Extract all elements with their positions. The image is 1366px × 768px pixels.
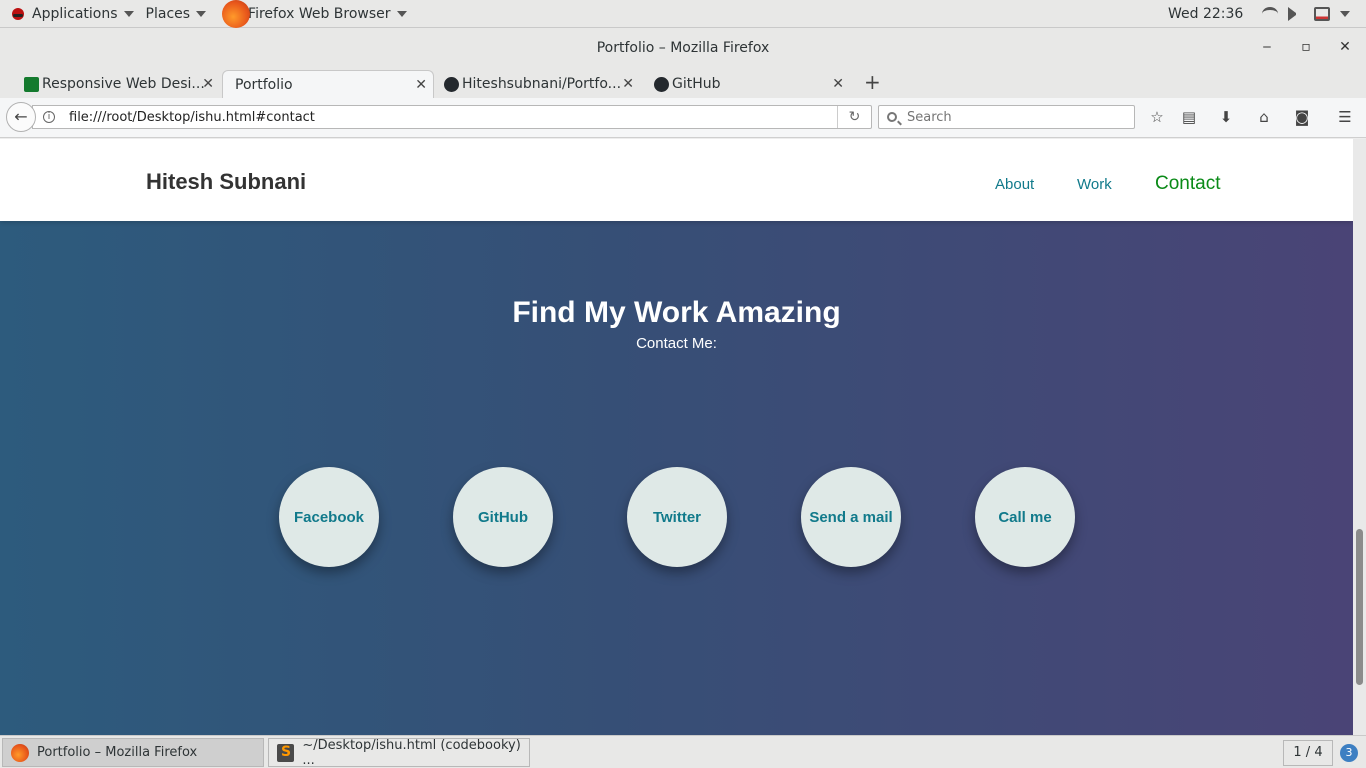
tab-label: GitHub [672, 76, 721, 92]
places-menu[interactable]: Places [140, 0, 213, 28]
taskbar-item-label: ~/Desktop/ishu.html (codebooky) ... [302, 737, 521, 768]
battery-icon [1314, 7, 1330, 21]
home-icon[interactable]: ⌂ [1253, 106, 1275, 128]
facebook-button[interactable]: Facebook [279, 467, 379, 567]
redhat-icon [12, 7, 24, 20]
chevron-down-icon [1340, 11, 1350, 17]
search-bar[interactable] [878, 105, 1135, 129]
twitter-button[interactable]: Twitter [627, 467, 727, 567]
pocket-icon[interactable]: ◙ [1291, 106, 1313, 128]
reload-icon[interactable]: ↻ [837, 106, 871, 128]
taskbar-item-firefox[interactable]: Portfolio – Mozilla Firefox [2, 738, 264, 767]
close-tab-icon[interactable]: ✕ [622, 76, 634, 92]
system-tray[interactable] [1262, 0, 1350, 28]
window-list-taskbar: Portfolio – Mozilla Firefox ~/Desktop/is… [0, 735, 1366, 768]
tab-github[interactable]: GitHub ✕ [650, 70, 850, 98]
sublime-text-icon [277, 743, 295, 762]
new-tab-button[interactable]: + [864, 70, 881, 94]
applications-menu-label: Applications [32, 5, 118, 22]
site-brand[interactable]: Hitesh Subnani [146, 169, 306, 195]
gnome-top-bar: Applications Places Firefox Web Browser … [0, 0, 1366, 28]
maximize-button[interactable]: ▫ [1296, 28, 1316, 68]
menu-icon[interactable]: ☰ [1334, 106, 1356, 128]
scrollbar-thumb[interactable] [1356, 529, 1363, 685]
github-icon [654, 77, 669, 92]
wifi-icon [1262, 7, 1278, 21]
close-tab-icon[interactable]: ✕ [832, 76, 844, 92]
places-menu-label: Places [145, 5, 191, 22]
nav-contact-link[interactable]: Contact [1155, 173, 1220, 195]
page-scrollbar[interactable] [1353, 139, 1366, 735]
tab-responsive-web-design[interactable]: Responsive Web Desi... ✕ [20, 70, 220, 98]
url-text[interactable]: file:///root/Desktop/ishu.html#contact [69, 110, 315, 125]
search-input[interactable] [907, 109, 1107, 125]
reading-list-icon[interactable]: ▤ [1178, 106, 1200, 128]
window-titlebar: Portfolio – Mozilla Firefox ‒ ▫ ✕ [0, 28, 1366, 68]
minimize-button[interactable]: ‒ [1257, 28, 1277, 68]
call-me-button[interactable]: Call me [975, 467, 1075, 567]
tab-github-repo[interactable]: Hiteshsubnani/Portfo... ✕ [440, 70, 640, 98]
notification-count-badge[interactable]: 3 [1340, 744, 1358, 762]
firefox-icon [11, 743, 29, 762]
app-menu-label: Firefox Web Browser [248, 5, 391, 22]
site-header: Hitesh Subnani About Work Contact [0, 139, 1353, 221]
back-button[interactable]: ← [6, 102, 36, 132]
nav-about-link[interactable]: About [995, 176, 1034, 193]
chevron-down-icon [196, 10, 207, 17]
close-window-button[interactable]: ✕ [1335, 28, 1355, 68]
search-icon [887, 112, 897, 122]
close-tab-icon[interactable]: ✕ [202, 76, 214, 92]
send-mail-button[interactable]: Send a mail [801, 467, 901, 567]
download-icon[interactable]: ⬇ [1215, 106, 1237, 128]
site-info-icon[interactable]: i [43, 111, 55, 123]
section-heading: Find My Work Amazing [512, 296, 841, 329]
tab-label: Portfolio [235, 76, 293, 93]
tab-portfolio[interactable]: Portfolio ✕ [222, 70, 434, 98]
star-icon[interactable]: ☆ [1146, 106, 1168, 128]
window-title: Portfolio – Mozilla Firefox [596, 40, 770, 56]
chevron-down-icon [123, 10, 134, 17]
contact-section: Find My Work Amazing Contact Me: Faceboo… [0, 221, 1353, 735]
volume-icon [1288, 7, 1304, 21]
github-button[interactable]: GitHub [453, 467, 553, 567]
github-icon [444, 77, 459, 92]
page-viewport: Hitesh Subnani About Work Contact Find M… [0, 139, 1353, 735]
clock[interactable]: Wed 22:36 [1168, 0, 1243, 28]
applications-menu[interactable]: Applications [0, 0, 140, 28]
tab-strip: Responsive Web Desi... ✕ Portfolio ✕ Hit… [0, 68, 1366, 98]
taskbar-item-label: Portfolio – Mozilla Firefox [37, 745, 198, 760]
workspace-pager[interactable]: 1 / 4 [1283, 740, 1333, 766]
navigation-toolbar: i file:///root/Desktop/ishu.html#contact… [0, 98, 1366, 138]
tab-label: Responsive Web Desi... [42, 76, 205, 92]
tab-label: Hiteshsubnani/Portfo... [462, 76, 622, 92]
green-page-icon [24, 77, 39, 92]
app-menu[interactable]: Firefox Web Browser [212, 0, 413, 28]
taskbar-item-editor[interactable]: ~/Desktop/ishu.html (codebooky) ... [268, 737, 530, 768]
firefox-icon [222, 0, 251, 28]
close-tab-icon[interactable]: ✕ [415, 77, 427, 93]
section-subheading: Contact Me: [636, 335, 717, 352]
nav-work-link[interactable]: Work [1077, 176, 1112, 193]
url-bar[interactable]: i file:///root/Desktop/ishu.html#contact… [32, 105, 872, 129]
chevron-down-icon [396, 10, 407, 17]
